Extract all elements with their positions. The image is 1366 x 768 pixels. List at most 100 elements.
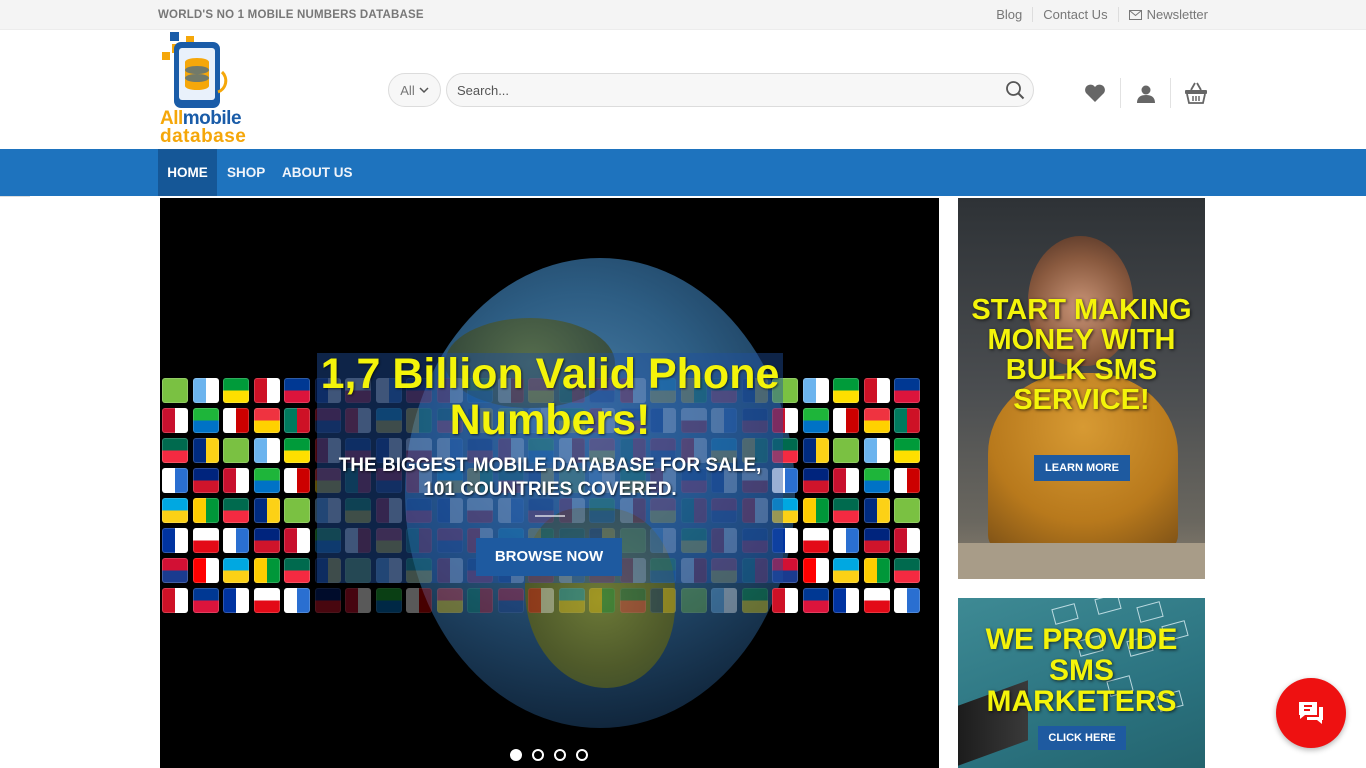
flag-tile — [802, 528, 829, 553]
ad-title: WE PROVIDE SMS MARKETERS — [985, 623, 1178, 718]
flag-tile — [894, 378, 920, 403]
flag-tile — [680, 588, 707, 613]
site-logo[interactable]: Allmobile database — [160, 32, 246, 148]
flag-tile — [863, 468, 890, 493]
search-box — [446, 73, 1034, 107]
flag-tile — [162, 378, 188, 403]
flag-tile — [253, 498, 280, 523]
flag-tile — [162, 558, 188, 583]
header-icons — [1070, 78, 1208, 108]
flag-tile — [650, 588, 676, 613]
flag-tile — [253, 408, 280, 433]
main-nav: HOME SHOP ABOUT US — [0, 149, 1366, 196]
flag-tile — [894, 498, 920, 523]
flag-tile — [711, 588, 737, 613]
ad-title: START MAKING MONEY WITH BULK SMS SERVICE… — [971, 294, 1192, 416]
user-icon — [1136, 85, 1155, 103]
flag-tile — [863, 408, 890, 433]
bulk-sms-ad[interactable]: START MAKING MONEY WITH BULK SMS SERVICE… — [958, 198, 1205, 579]
slider-dot[interactable] — [532, 749, 544, 761]
flag-tile — [497, 588, 524, 613]
hero-slider[interactable]: 1,7 Billion Valid Phone Numbers! THE BIG… — [160, 198, 939, 768]
flag-tile — [284, 528, 310, 553]
flag-tile — [162, 408, 188, 433]
flag-tile — [223, 438, 249, 463]
slide-subtitle: THE BIGGEST MOBILE DATABASE FOR SALE, 10… — [338, 455, 762, 500]
site-header: Allmobile database All — [0, 30, 1366, 149]
learn-more-button[interactable]: LEARN MORE — [1034, 455, 1130, 481]
account-button[interactable] — [1120, 78, 1170, 108]
slider-dot[interactable] — [554, 749, 566, 761]
flag-tile — [406, 588, 432, 613]
nav-item-about-us[interactable]: ABOUT US — [282, 149, 353, 196]
flag-tile — [802, 438, 829, 463]
flag-tile — [162, 588, 188, 613]
flag-tile — [284, 588, 310, 613]
flag-tile — [894, 558, 920, 583]
heart-icon — [1085, 84, 1105, 102]
category-selected-value: All — [400, 82, 415, 98]
flag-tile — [223, 408, 249, 433]
flag-tile — [253, 468, 280, 493]
flag-tile — [345, 588, 371, 613]
flag-tile — [894, 588, 920, 613]
slider-dot[interactable] — [510, 749, 522, 761]
flag-tile — [253, 588, 280, 613]
slider-dot[interactable] — [576, 749, 588, 761]
flag-tile — [253, 438, 280, 463]
browse-now-button[interactable]: BROWSE NOW — [476, 538, 622, 576]
flag-tile — [192, 558, 219, 583]
flag-tile — [802, 408, 829, 433]
sms-marketers-ad[interactable]: WE PROVIDE SMS MARKETERS CLICK HERE — [958, 598, 1205, 768]
flag-tile — [162, 438, 188, 463]
flag-tile — [192, 468, 219, 493]
flag-tile — [863, 438, 890, 463]
search-bar: All — [388, 73, 1034, 107]
flag-tile — [833, 408, 859, 433]
flag-tile — [192, 378, 219, 403]
basket-icon — [1185, 82, 1207, 104]
flag-tile — [192, 498, 219, 523]
blog-link[interactable]: Blog — [986, 7, 1032, 22]
flag-tile — [162, 468, 188, 493]
flag-tile — [833, 468, 859, 493]
wishlist-button[interactable] — [1070, 78, 1120, 108]
nav-item-home[interactable]: HOME — [158, 149, 217, 196]
slide-title: 1,7 Billion Valid Phone Numbers! — [320, 350, 780, 444]
flag-tile — [894, 528, 920, 553]
top-bar: WORLD'S NO 1 MOBILE NUMBERS DATABASE Blo… — [0, 0, 1366, 30]
cart-button[interactable] — [1170, 78, 1208, 108]
slider-dots — [510, 749, 588, 761]
phone-database-logo-icon — [162, 32, 228, 108]
flag-tile — [833, 588, 859, 613]
flag-tile — [833, 528, 859, 553]
slide-divider — [535, 515, 565, 517]
flag-tile — [223, 558, 249, 583]
click-here-button[interactable]: CLICK HERE — [1038, 726, 1126, 750]
flag-tile — [253, 378, 280, 403]
flag-tile — [375, 588, 402, 613]
category-select[interactable]: All — [388, 73, 441, 107]
flag-tile — [863, 528, 890, 553]
flag-tile — [772, 588, 798, 613]
flag-tile — [467, 588, 493, 613]
search-icon[interactable] — [1005, 80, 1025, 100]
nav-item-shop[interactable]: SHOP — [227, 149, 265, 196]
chat-button[interactable] — [1276, 678, 1346, 748]
flag-tile — [223, 588, 249, 613]
logo-wordmark: Allmobile database — [160, 108, 247, 147]
newsletter-link[interactable]: Newsletter — [1117, 7, 1208, 22]
flag-tile — [589, 588, 615, 613]
flag-tile — [863, 588, 890, 613]
chat-bubbles-icon — [1299, 702, 1323, 724]
flag-tile — [833, 498, 859, 523]
flag-tile — [436, 588, 463, 613]
flag-tile — [894, 468, 920, 493]
flag-tile — [741, 588, 768, 613]
contact-us-link[interactable]: Contact Us — [1032, 7, 1117, 22]
flag-tile — [162, 498, 188, 523]
flag-tile — [192, 528, 219, 553]
flag-tile — [833, 438, 859, 463]
search-input[interactable] — [447, 74, 987, 106]
flag-tile — [833, 558, 859, 583]
